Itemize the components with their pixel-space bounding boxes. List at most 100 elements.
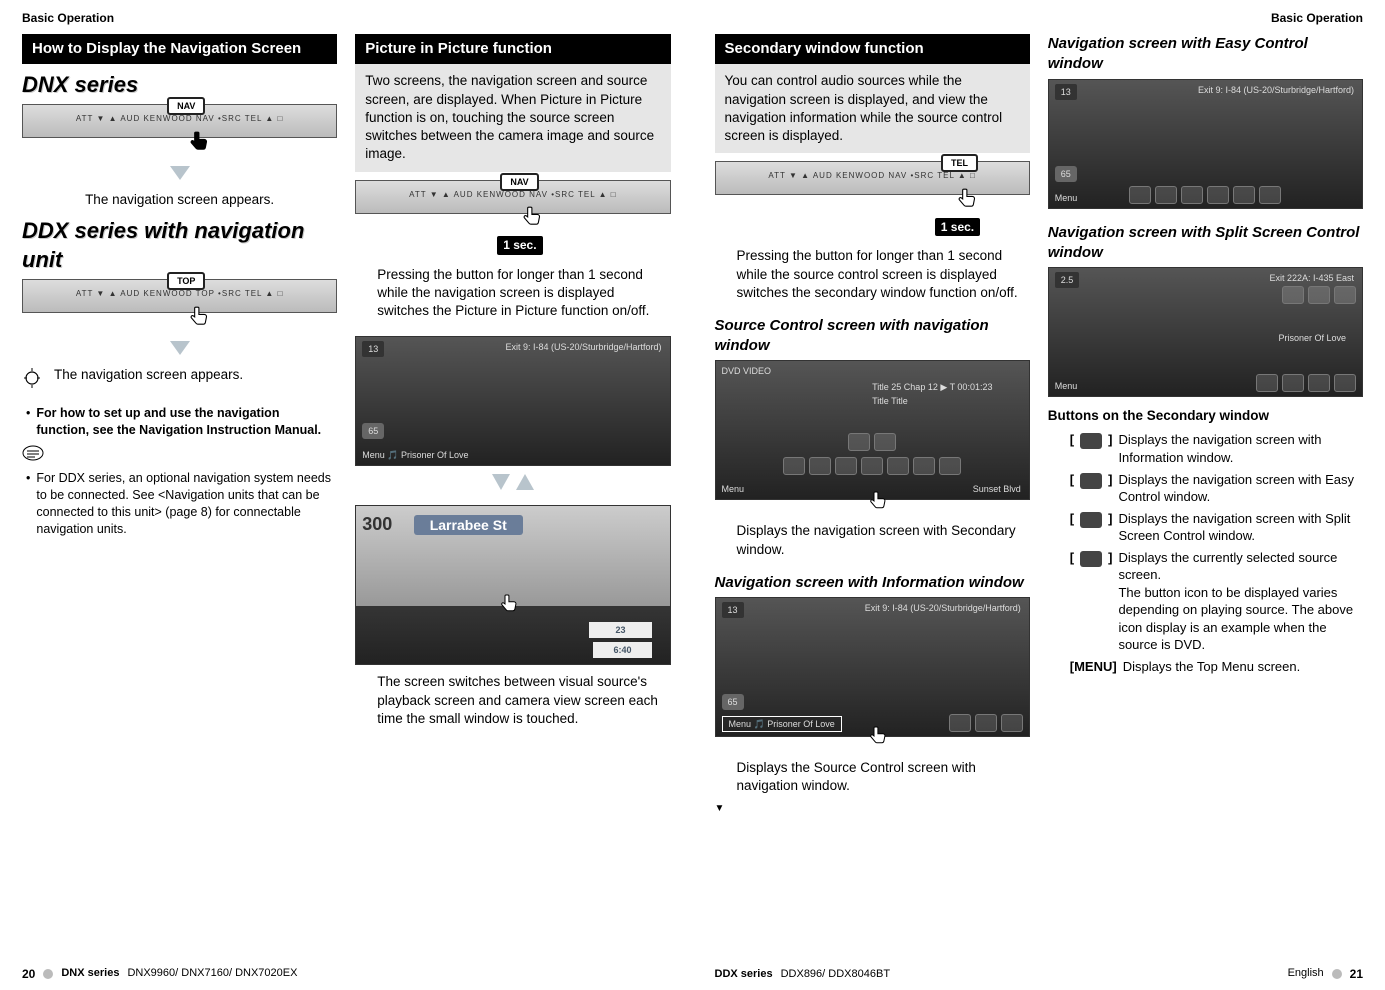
nav-info-heading: Navigation screen with Information windo… xyxy=(715,573,1030,593)
page-number: 21 xyxy=(1350,966,1363,982)
ss-limit: 65 xyxy=(1055,166,1077,182)
tel-badge: TEL xyxy=(941,154,978,172)
footer-dot-icon xyxy=(1332,969,1342,979)
hand-icon xyxy=(497,593,521,682)
hand-icon xyxy=(866,490,890,517)
skipfwd-icon xyxy=(1181,186,1203,204)
bracket: ] xyxy=(1108,549,1112,567)
down-arrow-icon xyxy=(22,339,337,362)
menu-button-label: [MENU] xyxy=(1070,658,1117,676)
sec-btn-icon xyxy=(1001,714,1023,732)
bracket: ] xyxy=(1108,510,1112,528)
ss-limit: 65 xyxy=(362,423,384,439)
bracket: [ xyxy=(1070,549,1074,567)
ss-val-a: 23 xyxy=(589,622,651,638)
play-icon xyxy=(1155,186,1177,204)
swap-arrows-icon xyxy=(355,472,670,499)
bullet-dot: • xyxy=(26,470,30,538)
models-label: DNX9960/ DNX7160/ DNX7020EX xyxy=(127,966,297,981)
ss-speed: 13 xyxy=(362,341,384,357)
ss-limit: 65 xyxy=(722,694,744,710)
pip-description: Two screens, the navigation screen and s… xyxy=(355,64,670,171)
dvd-label: DVD VIDEO xyxy=(722,365,772,377)
footer-mid: DDX series DDX896/ DDX8046BT xyxy=(715,967,891,982)
displays-nav-sec: Displays the navigation screen with Seco… xyxy=(715,522,1030,558)
bracket: ] xyxy=(1108,471,1112,489)
ss-exit: Exit 9: I-84 (US-20/Sturbridge/Hartford) xyxy=(865,602,1021,614)
source-control-heading: Source Control screen with navigation wi… xyxy=(715,316,1030,357)
nav-strip-text-4: ATT ▼ ▲ AUD KENWOOD NAV •SRC TEL ▲ □ xyxy=(716,171,1029,182)
dnx-navbar: NAV ATT ▼ ▲ AUD KENWOOD NAV •SRC TEL ▲ □ xyxy=(22,104,337,138)
dvd-row2: Title Title xyxy=(872,395,908,407)
icon-a xyxy=(1282,286,1304,304)
hand-icon xyxy=(186,305,212,336)
split-window-button-icon xyxy=(1080,512,1102,528)
ss-exit: Exit 9: I-84 (US-20/Sturbridge/Hartford) xyxy=(1198,84,1354,96)
ss-exit-label: Exit 9: I-84 (US-20/Sturbridge/Hartford) xyxy=(505,341,661,353)
lang-label: English xyxy=(1288,966,1324,981)
rew-button-icon xyxy=(809,457,831,475)
bracket: [ xyxy=(1070,510,1074,528)
nav-easy-heading: Navigation screen with Easy Control wind… xyxy=(1048,34,1363,75)
skipfwd-button-icon xyxy=(887,457,909,475)
skipback-icon xyxy=(1256,374,1278,392)
nav-strip-text-2: ATT ▼ ▲ AUD KENWOOD TOP •SRC TEL ▲ □ xyxy=(23,289,336,300)
ss-track: Prisoner Of Love xyxy=(1278,332,1346,344)
stop-button-icon xyxy=(939,457,961,475)
running-head-left: Basic Operation xyxy=(22,10,671,26)
ss-speed: 13 xyxy=(722,602,744,618)
buttons-heading: Buttons on the Secondary window xyxy=(1048,407,1363,425)
nav-easy-screenshot: 13 Exit 9: I-84 (US-20/Sturbridge/Hartfo… xyxy=(1048,79,1363,209)
ss-speed: 13 xyxy=(1055,84,1077,100)
down-arrow-icon xyxy=(22,164,337,187)
one-sec-badge: 1 sec. xyxy=(497,236,542,254)
nav-split-heading: Navigation screen with Split Screen Cont… xyxy=(1048,223,1363,264)
ddx-navbar: TOP ATT ▼ ▲ AUD KENWOOD TOP •SRC TEL ▲ □ xyxy=(22,279,337,313)
nav-strip-text-3: ATT ▼ ▲ AUD KENWOOD NAV •SRC TEL ▲ □ xyxy=(356,190,669,201)
caption-dnx: The navigation screen appears. xyxy=(22,191,337,209)
hand-icon xyxy=(186,130,212,161)
footer-left: 20 DNX series DNX9960/ DNX7160/ DNX7020E… xyxy=(22,966,297,982)
pip-screenshot-b: 300 Larrabee St 23 6:40 xyxy=(355,505,670,665)
ff-button-icon xyxy=(913,457,935,475)
footer-right: English 21 xyxy=(1288,966,1363,982)
skipfwd2-icon xyxy=(1334,374,1356,392)
running-head-right: Basic Operation xyxy=(715,10,1364,26)
ss-exit: Exit 222A: I-435 East xyxy=(1269,272,1354,284)
bracket: ] xyxy=(1108,431,1112,449)
sec-btn-icon xyxy=(975,714,997,732)
sec-longpress-note: Pressing the button for longer than 1 se… xyxy=(715,247,1030,302)
dvd-screenshot: DVD VIDEO Title 25 Chap 12 ▶ T 00:01:23 … xyxy=(715,360,1030,500)
dvd-street: Sunset Blvd xyxy=(973,483,1021,495)
series-label: DNX series xyxy=(61,966,119,981)
skipback-button-icon xyxy=(835,457,857,475)
ss-dist: 300 xyxy=(362,514,392,534)
icon-c xyxy=(1334,286,1356,304)
play-button-icon xyxy=(861,457,883,475)
continue-arrow-icon: ▼ xyxy=(715,802,1030,816)
prev-button-icon xyxy=(848,433,870,451)
sec-btn-icon xyxy=(1233,186,1255,204)
pip-header: Picture in Picture function xyxy=(355,34,670,64)
page-number: 20 xyxy=(22,966,35,982)
ss-val-b: 6:40 xyxy=(593,642,651,658)
pip-screenshot-a: 13 Exit 9: I-84 (US-20/Sturbridge/Hartfo… xyxy=(355,336,670,466)
up-button-icon xyxy=(783,457,805,475)
secondary-window-description: You can control audio sources while the … xyxy=(715,64,1030,153)
ss-street: Larrabee St xyxy=(414,515,523,535)
nav-split-screenshot: 2.5 Exit 222A: I-435 East Prisoner Of Lo… xyxy=(1048,267,1363,397)
top-badge: TOP xyxy=(167,272,205,290)
dnx-series-title: DNX series xyxy=(22,70,337,100)
skipfwd-icon xyxy=(1308,374,1330,392)
btn3-desc: Displays the navigation screen with Spli… xyxy=(1118,510,1363,545)
dvd-menu: Menu xyxy=(722,483,745,495)
source-button-icon xyxy=(1080,551,1102,567)
dvd-row: Title 25 Chap 12 ▶ T 00:01:23 xyxy=(872,381,992,393)
secondary-window-header: Secondary window function xyxy=(715,34,1030,64)
bracket: [ xyxy=(1070,431,1074,449)
info-window-button-icon xyxy=(1080,433,1102,449)
play-icon xyxy=(1282,374,1304,392)
sec-btn-icon xyxy=(949,714,971,732)
pip-navbar: NAV ATT ▼ ▲ AUD KENWOOD NAV •SRC TEL ▲ □… xyxy=(355,180,670,214)
caption-ddx: The navigation screen appears. xyxy=(54,366,243,384)
